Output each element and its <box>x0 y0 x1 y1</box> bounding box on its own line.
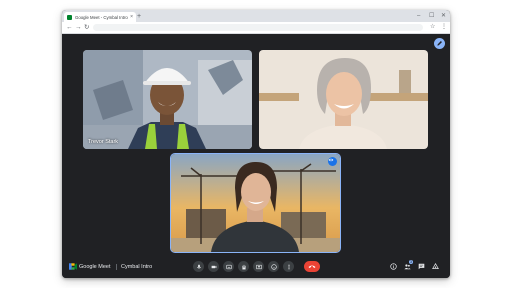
present-icon <box>255 264 262 269</box>
reload-button[interactable]: ↻ <box>84 23 89 32</box>
mic-button[interactable] <box>193 261 204 272</box>
people-count-badge: 3 <box>409 260 413 264</box>
info-icon <box>390 263 397 270</box>
meeting-title: Cymbal Intro <box>121 264 153 270</box>
tab-close-icon[interactable]: × <box>130 14 133 20</box>
emoji-button[interactable] <box>268 261 279 272</box>
captions-icon <box>225 264 232 269</box>
participant-tile-self[interactable] <box>171 154 340 252</box>
chat-icon <box>418 263 425 270</box>
browser-menu-icon[interactable]: ⋮ <box>441 23 447 32</box>
pencil-icon <box>437 41 442 46</box>
participant-video-self <box>171 154 340 252</box>
end-call-button[interactable] <box>304 261 320 272</box>
meet-stage: Trevor Stark Google Meet Cymbal Intro 3 <box>62 34 450 278</box>
activities-icon <box>432 263 439 269</box>
emoji-icon <box>270 263 277 270</box>
mic-icon <box>196 264 201 268</box>
participant-name-label: Trevor Stark <box>88 139 119 145</box>
browser-toolbar: ← → ↻ ☆ ⋮ <box>62 22 450 34</box>
visibility-icon <box>328 158 334 162</box>
end-call-icon <box>308 265 316 268</box>
minimize-button[interactable]: – <box>417 12 420 20</box>
raise-hand-icon <box>241 264 246 269</box>
participant-video <box>259 50 428 149</box>
forward-button[interactable]: → <box>75 23 82 32</box>
tab-strip: Google Meet - Cymbal Intro × + – ☐ ✕ <box>62 10 450 22</box>
meeting-control-bar: Google Meet Cymbal Intro 3 <box>62 257 450 278</box>
address-bar[interactable] <box>93 24 423 31</box>
divider <box>116 264 117 270</box>
participant-tile[interactable] <box>259 50 428 149</box>
browser-window: Google Meet - Cymbal Intro × + – ☐ ✕ ← →… <box>62 10 450 278</box>
self-view-badge[interactable] <box>328 157 337 166</box>
more-options-button[interactable] <box>283 261 294 272</box>
participant-video-trevor <box>83 50 252 149</box>
raise-hand-button[interactable] <box>238 261 249 272</box>
meet-favicon-icon <box>67 14 72 20</box>
product-name: Google Meet <box>79 264 111 270</box>
effects-button[interactable] <box>434 38 445 49</box>
info-button[interactable] <box>389 262 398 271</box>
close-window-button[interactable]: ✕ <box>441 12 446 20</box>
bookmark-star-icon[interactable]: ☆ <box>430 23 435 32</box>
activities-button[interactable] <box>431 262 440 271</box>
people-icon <box>404 264 411 270</box>
participant-tile[interactable]: Trevor Stark <box>83 50 252 149</box>
captions-button[interactable] <box>223 261 234 272</box>
present-button[interactable] <box>253 261 264 272</box>
chat-button[interactable] <box>417 262 426 271</box>
camera-icon <box>211 265 216 268</box>
tab-google-meet[interactable]: Google Meet - Cymbal Intro × <box>64 12 136 22</box>
tab-title: Google Meet - Cymbal Intro <box>75 14 128 20</box>
back-button[interactable]: ← <box>66 23 73 32</box>
google-meet-logo-icon <box>69 263 77 270</box>
new-tab-button[interactable]: + <box>137 12 141 21</box>
maximize-button[interactable]: ☐ <box>429 12 434 20</box>
camera-button[interactable] <box>208 261 219 272</box>
more-options-icon <box>287 264 290 269</box>
